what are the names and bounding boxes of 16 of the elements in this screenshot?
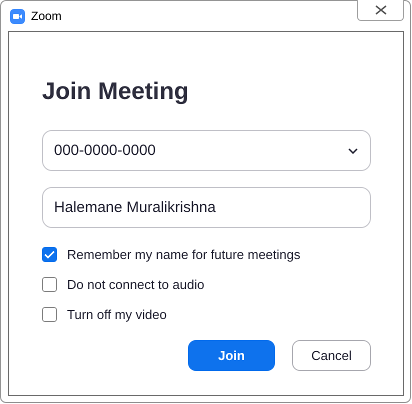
close-icon — [374, 5, 386, 15]
meeting-id-dropdown[interactable]: 000-0000-0000 — [42, 130, 371, 171]
checkbox-label: Do not connect to audio — [67, 276, 204, 292]
name-input-field[interactable]: Halemane Muralikrishna — [42, 187, 371, 228]
dialog-heading: Join Meeting — [42, 77, 189, 107]
window-title: Zoom — [31, 9, 62, 23]
video-camera-icon — [10, 8, 25, 24]
checkbox[interactable] — [42, 246, 57, 262]
checkbox-label: Turn off my video — [67, 306, 167, 322]
checkbox-label: Remember my name for future meetings — [67, 246, 300, 262]
checkbox[interactable] — [42, 306, 57, 322]
checkbox[interactable] — [42, 276, 57, 292]
join-button[interactable]: Join — [188, 340, 275, 371]
cancel-button[interactable]: Cancel — [292, 340, 371, 371]
close-button[interactable] — [357, 0, 404, 21]
chevron-down-icon — [348, 148, 358, 154]
